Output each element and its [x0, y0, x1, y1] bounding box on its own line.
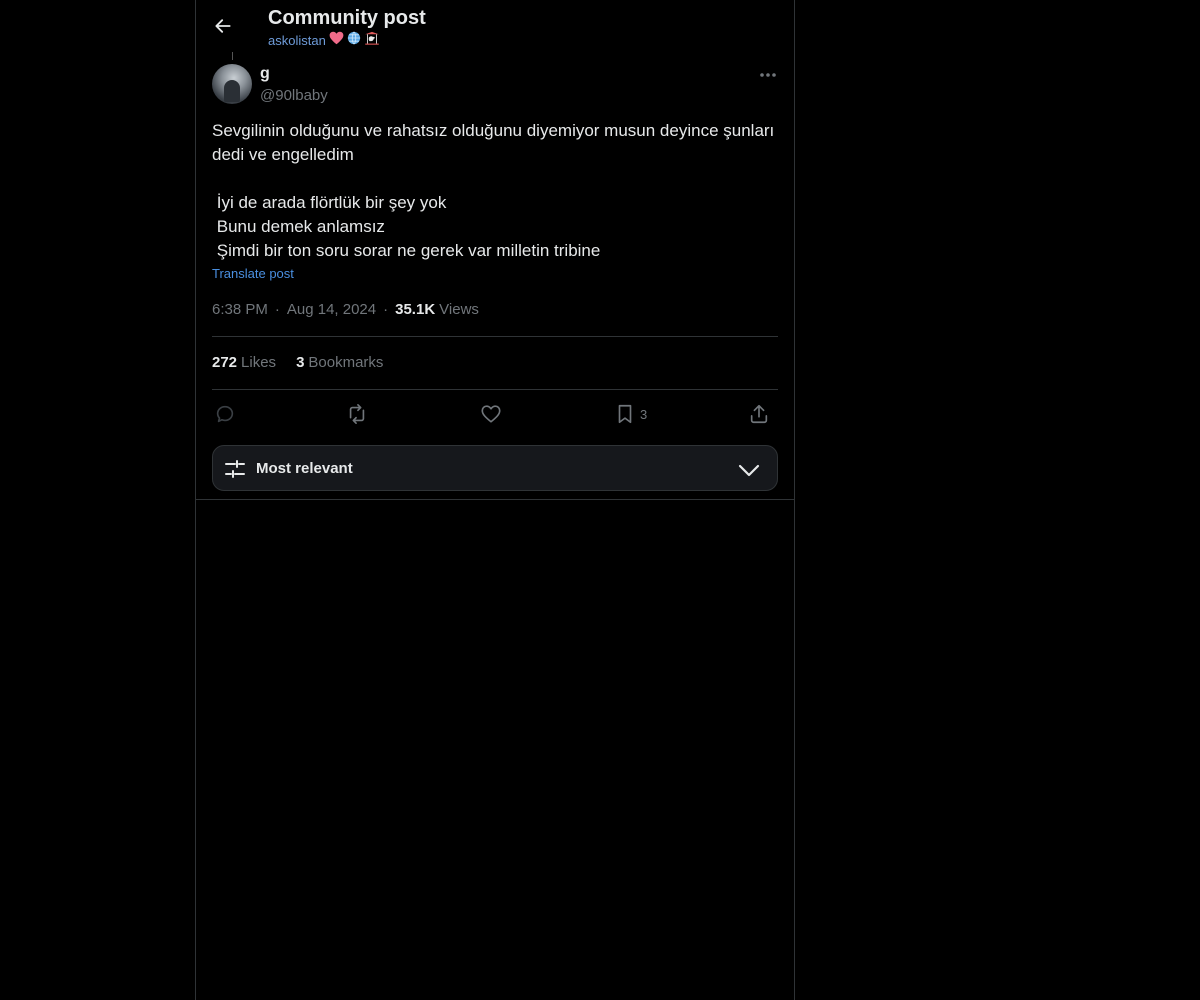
sort-label: Most relevant [256, 460, 353, 477]
meta-separator: · [274, 301, 280, 318]
likes-stat[interactable]: 272 Likes [212, 353, 276, 373]
post-text: Sevgilinin olduğunu ve rahatsız olduğunu… [212, 121, 775, 260]
reply-button[interactable] [214, 400, 236, 428]
like-button[interactable] [480, 400, 502, 428]
bookmarks-stat[interactable]: 3 Bookmarks [296, 353, 383, 373]
bookmark-button[interactable]: 3 [614, 400, 647, 428]
chevron-down-icon [738, 464, 760, 477]
section-divider [196, 499, 794, 500]
post-time[interactable]: 6:38 PM [212, 300, 268, 320]
avatar-figure [224, 80, 240, 102]
action-bar: 3 [212, 400, 778, 428]
reply-sort-dropdown[interactable]: Most relevant [212, 445, 778, 491]
bookmark-count: 3 [640, 406, 648, 422]
heart-icon [481, 405, 501, 423]
share-button[interactable] [748, 400, 770, 428]
author-handle[interactable]: @90lbaby [260, 86, 328, 106]
author-display-name[interactable]: g [260, 64, 270, 84]
bookmarks-count: 3 [296, 354, 305, 371]
repost-icon [349, 404, 365, 424]
arrow-left-icon [215, 19, 231, 33]
reply-icon [216, 405, 234, 423]
bookmarks-label: Bookmarks [308, 354, 384, 371]
page-header: Community post askolistan [196, 0, 794, 53]
post-date[interactable]: Aug 14, 2024 [287, 300, 376, 320]
thread-line [232, 52, 233, 60]
post-meta: 6:38 PM · Aug 14, 2024 · 35.1K Views [212, 300, 479, 320]
post-stats: 272 Likes 3 Bookmarks [212, 353, 383, 373]
more-options-button[interactable] [756, 64, 780, 86]
translate-post-link[interactable]: Translate post [212, 265, 294, 283]
views-count: 35.1K [395, 301, 436, 318]
carousel-horse-icon [364, 31, 380, 51]
share-icon [750, 404, 768, 424]
avatar[interactable] [212, 64, 252, 104]
globe-icon [347, 31, 361, 51]
bookmark-icon [618, 404, 632, 424]
divider [212, 336, 778, 337]
heart-icon [329, 31, 344, 51]
community-name: askolistan [268, 33, 326, 48]
repost-button[interactable] [346, 400, 368, 428]
more-horizontal-icon [760, 73, 776, 77]
back-button[interactable] [208, 11, 238, 41]
views-label: Views [439, 301, 479, 318]
meta-separator: · [383, 301, 389, 318]
sliders-icon [225, 460, 245, 478]
likes-label: Likes [241, 354, 277, 371]
likes-count: 272 [212, 354, 238, 371]
community-link[interactable]: askolistan [268, 31, 380, 51]
divider [212, 389, 778, 390]
page-title: Community post [268, 7, 426, 29]
post-column: Community post askolistan g @90lbaby Sev… [195, 0, 795, 1000]
